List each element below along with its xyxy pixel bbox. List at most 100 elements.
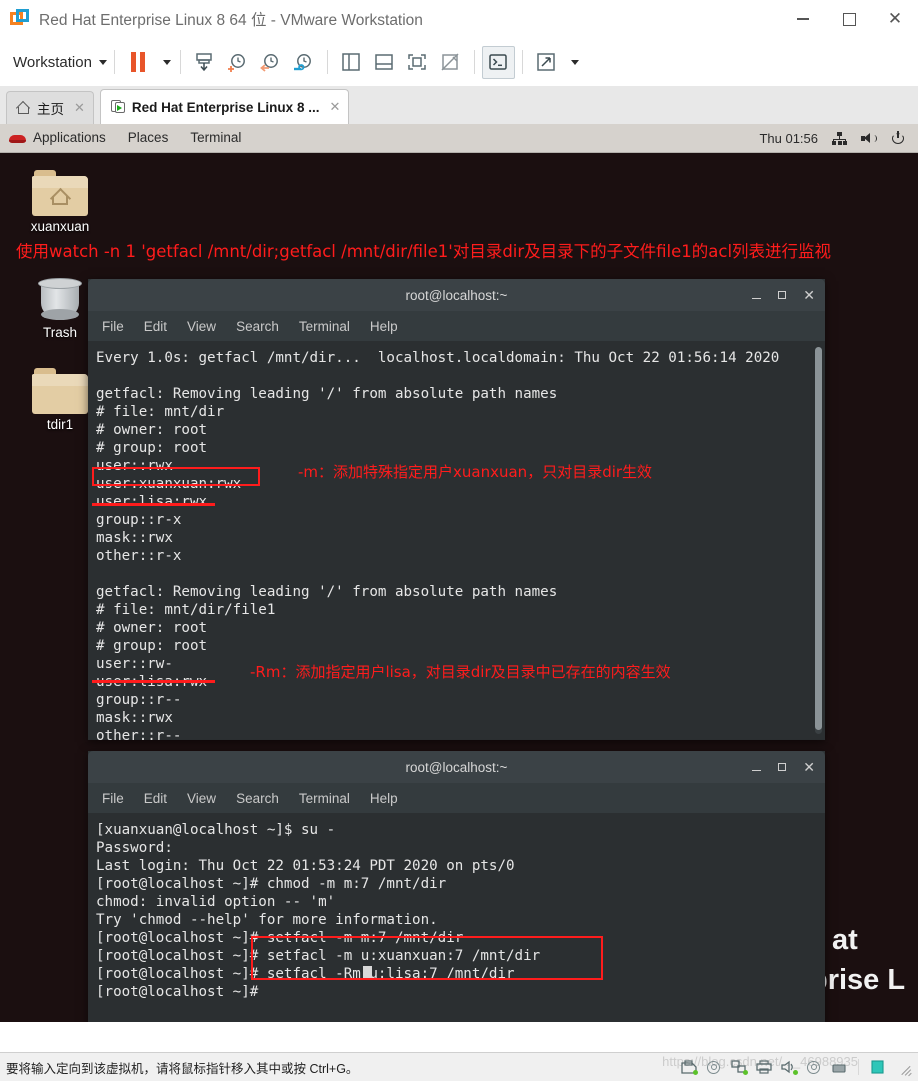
window-title: Red Hat Enterprise Linux 8 64 位 - VMware…	[39, 12, 423, 29]
no-preview-button[interactable]	[434, 46, 467, 79]
show-sidebar-button[interactable]	[335, 46, 368, 79]
resize-grip[interactable]	[899, 1061, 912, 1077]
folder-icon	[32, 368, 88, 414]
wallpaper-text-line1: at	[832, 924, 858, 956]
menu-view[interactable]: View	[187, 319, 216, 334]
pause-vm-button[interactable]	[122, 46, 155, 79]
printer-device-icon[interactable]	[756, 1060, 772, 1074]
toolbar-divider	[473, 50, 475, 74]
menu-edit[interactable]: Edit	[144, 319, 167, 334]
tab-close-icon[interactable]: ✕	[74, 100, 85, 116]
gnome-clock[interactable]: Thu 01:56	[759, 131, 818, 146]
menu-file[interactable]: File	[102, 319, 124, 334]
vmware-toolbar: Workstation	[0, 38, 918, 87]
usb-device-icon[interactable]	[806, 1060, 822, 1074]
menu-terminal[interactable]: Terminal	[299, 791, 350, 806]
annotation-top: 使用watch -n 1 'getfacl /mnt/dir;getfacl /…	[16, 242, 832, 261]
terminal2-maximize-button[interactable]	[778, 763, 787, 771]
terminal1-maximize-button[interactable]	[778, 291, 787, 299]
manage-snapshots-icon	[294, 54, 312, 71]
maximize-button[interactable]	[826, 0, 872, 38]
desktop-icon-label: xuanxuan	[30, 219, 90, 234]
terminal1-scrollbar[interactable]	[815, 347, 822, 734]
full-screen-icon	[408, 54, 427, 70]
toolbar-divider	[521, 50, 523, 74]
chevron-down-icon	[570, 59, 579, 65]
highlight-underline-user-lisa	[92, 503, 215, 506]
terminal2-body[interactable]: [xuanxuan@localhost ~]$ su - Password: L…	[88, 813, 825, 1022]
terminal2-menu-bar: File Edit View Search Terminal Help	[88, 783, 825, 813]
menu-search[interactable]: Search	[236, 319, 279, 334]
chevron-down-icon	[98, 59, 107, 65]
redhat-logo-icon	[9, 131, 26, 146]
tab-close-icon[interactable]: ✕	[329, 99, 340, 115]
sound-device-icon[interactable]	[781, 1060, 798, 1075]
terminal1-title-bar[interactable]: root@localhost:~ ✕	[88, 279, 825, 311]
gnome-applications-menu[interactable]: Applications	[22, 124, 117, 152]
vmware-tab-bar: 主页 ✕ Red Hat Enterprise Linux 8 ... ✕	[0, 86, 918, 125]
chevron-down-icon	[162, 59, 171, 65]
menu-file[interactable]: File	[102, 791, 124, 806]
vmware-title-bar: Red Hat Enterprise Linux 8 64 位 - VMware…	[0, 0, 918, 39]
highlight-underline-user-lisa-file1	[92, 680, 215, 683]
power-icon[interactable]	[891, 131, 905, 145]
menu-help[interactable]: Help	[370, 319, 398, 334]
gnome-status-area[interactable]: Thu 01:56	[759, 131, 918, 146]
network-icon[interactable]	[832, 131, 847, 145]
status-divider	[858, 1059, 859, 1075]
show-bottom-panel-button[interactable]	[368, 46, 401, 79]
desktop-icon-xuanxuan[interactable]: xuanxuan	[0, 170, 120, 234]
unity-disabled-icon	[441, 53, 459, 71]
menu-edit[interactable]: Edit	[144, 791, 167, 806]
tab-home[interactable]: 主页 ✕	[6, 91, 94, 124]
menu-terminal[interactable]: Terminal	[299, 319, 350, 334]
gnome-places-menu[interactable]: Places	[117, 124, 180, 152]
tab-rhel-vm-label: Red Hat Enterprise Linux 8 ...	[131, 99, 320, 115]
display-device-icon[interactable]	[831, 1060, 847, 1074]
stretch-view-button[interactable]	[530, 46, 563, 79]
take-snapshot-icon	[228, 54, 246, 72]
manage-snapshots-button[interactable]	[287, 46, 320, 79]
toolbar-divider	[179, 50, 181, 74]
terminal1-menu-bar: File Edit View Search Terminal Help	[88, 311, 825, 341]
menu-help[interactable]: Help	[370, 791, 398, 806]
vm-running-icon	[110, 100, 126, 114]
clipboard-device-icon[interactable]	[870, 1060, 886, 1074]
menu-view[interactable]: View	[187, 791, 216, 806]
snapshot-manager-button[interactable]	[188, 46, 221, 79]
bottom-panel-layout-icon	[375, 54, 394, 70]
highlight-box-setfacl-commands	[251, 936, 603, 980]
home-folder-icon	[32, 170, 88, 216]
revert-snapshot-button[interactable]	[254, 46, 287, 79]
volume-icon[interactable]	[861, 132, 877, 145]
terminal1-title: root@localhost:~	[405, 287, 508, 303]
workstation-menu-label: Workstation	[13, 53, 92, 71]
terminal2-minimize-button[interactable]	[752, 769, 762, 772]
toolbar-divider	[113, 50, 115, 74]
workstation-menu-button[interactable]: Workstation	[13, 54, 107, 71]
menu-search[interactable]: Search	[236, 791, 279, 806]
minimize-button[interactable]	[780, 0, 826, 38]
toolbar-divider	[326, 50, 328, 74]
full-screen-button[interactable]	[401, 46, 434, 79]
annotation-m-option: -m：添加特殊指定用户xuanxuan，只对目录dir生效	[298, 463, 653, 481]
revert-snapshot-icon	[260, 54, 279, 72]
tab-rhel-vm[interactable]: Red Hat Enterprise Linux 8 ... ✕	[99, 89, 350, 124]
vmware-workstation-window: Red Hat Enterprise Linux 8 64 位 - VMware…	[0, 0, 918, 1081]
network-device-icon[interactable]	[731, 1060, 748, 1075]
gnome-app-menu-terminal[interactable]: Terminal	[179, 124, 252, 152]
terminal2-close-button[interactable]: ✕	[803, 760, 815, 774]
cd-device-icon[interactable]	[706, 1060, 722, 1074]
terminal2-title-bar[interactable]: root@localhost:~ ✕	[88, 751, 825, 783]
view-dropdown-button[interactable]	[563, 46, 581, 79]
terminal1-minimize-button[interactable]	[752, 297, 762, 300]
pause-icon	[131, 52, 146, 72]
terminal1-close-button[interactable]: ✕	[803, 288, 815, 302]
vmware-logo-icon	[10, 9, 30, 29]
close-button[interactable]: ✕	[872, 0, 918, 38]
floppy-device-icon[interactable]	[681, 1060, 698, 1075]
console-view-button[interactable]	[481, 45, 515, 79]
wallpaper-text-line2: prise L	[822, 964, 906, 996]
take-snapshot-button[interactable]	[221, 46, 254, 79]
pause-dropdown-button[interactable]	[155, 46, 173, 79]
